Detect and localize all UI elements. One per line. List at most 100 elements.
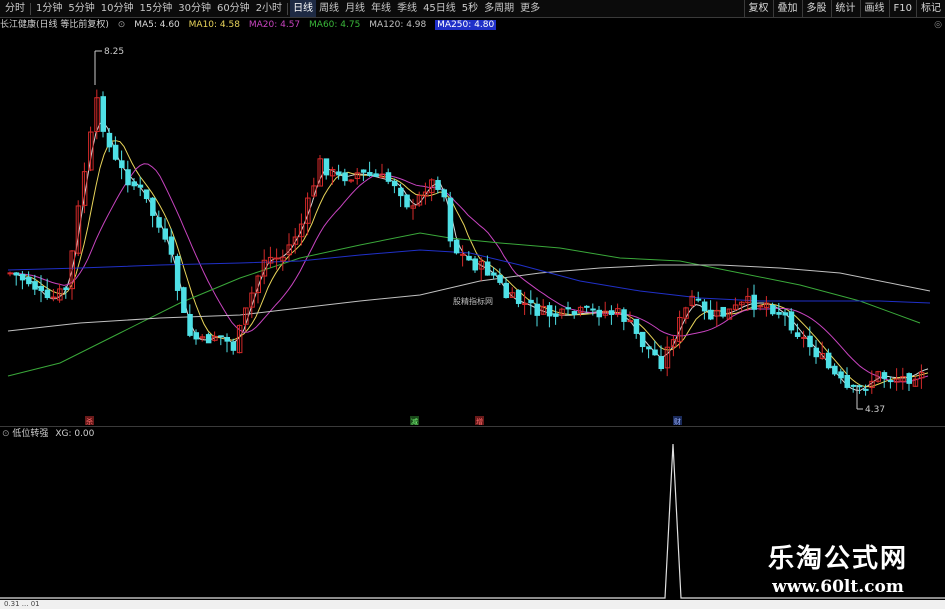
candle-body bbox=[162, 228, 168, 240]
timeframe-tab[interactable]: 分时 bbox=[2, 0, 28, 17]
timeframe-tab[interactable]: 45日线 bbox=[420, 0, 459, 17]
stock-title: 长江健康(日线 等比前复权) bbox=[0, 20, 109, 30]
candle-body bbox=[646, 346, 652, 350]
toolbar-tool-button[interactable]: 标记 bbox=[916, 0, 945, 17]
candle-body bbox=[187, 313, 193, 336]
settings-icon[interactable]: ⊙ bbox=[118, 20, 126, 30]
candle-body bbox=[658, 356, 664, 370]
timeframe-tabs: 分时 1分钟 5分钟 10分钟 15分钟 30分钟 60分钟 2小时 日线 周线 月线 年线 季线 45日… bbox=[2, 0, 543, 17]
candle-body bbox=[447, 197, 454, 242]
site-watermark: 乐淘公式网 www.60lt.com bbox=[748, 538, 928, 597]
candle-body bbox=[26, 276, 32, 285]
event-marker-label: 增 bbox=[476, 417, 483, 426]
candle-body bbox=[720, 306, 726, 317]
candle-body bbox=[515, 289, 522, 304]
tab-separator bbox=[287, 3, 289, 15]
toolbar-tool-button[interactable]: 画线 bbox=[859, 0, 889, 17]
timeframe-tab[interactable]: 多周期 bbox=[481, 0, 517, 17]
candle-body bbox=[801, 336, 807, 339]
candlestick-chart[interactable]: 8.25 4.37 股精指标网 杀 减 增 财 bbox=[0, 33, 945, 426]
expand-icon[interactable]: ◎ bbox=[933, 20, 943, 32]
timeframe-tab[interactable]: 5秒 bbox=[459, 0, 481, 17]
timeframe-tab[interactable]: 年线 bbox=[368, 0, 394, 17]
timeframe-tab[interactable]: 1分钟 bbox=[33, 0, 65, 17]
event-marker-label: 减 bbox=[411, 417, 418, 426]
candle-body bbox=[565, 307, 571, 310]
site-watermark-text: 股精指标网 bbox=[453, 296, 493, 306]
candle-body bbox=[230, 341, 237, 351]
candle-body bbox=[881, 372, 888, 379]
candle-body bbox=[168, 236, 175, 255]
candle-body bbox=[441, 189, 447, 198]
timeframe-tab[interactable]: 周线 bbox=[316, 0, 342, 17]
candle-body bbox=[143, 189, 150, 200]
indicator-legend: ⊙ 低位转强 XG: 0.00 bbox=[2, 428, 94, 440]
high-price-label: 8.25 bbox=[104, 47, 124, 57]
toolbar-tool-button[interactable]: 多股 bbox=[801, 0, 831, 17]
candle-body bbox=[546, 305, 553, 317]
candle-body bbox=[435, 180, 441, 190]
price-annotations: 8.25 4.37 股精指标网 bbox=[94, 47, 885, 415]
settings-icon[interactable]: ⊙ bbox=[2, 429, 10, 439]
indicator-value: XG: 0.00 bbox=[55, 429, 95, 439]
candle-body bbox=[708, 309, 714, 320]
candle-body bbox=[776, 312, 782, 315]
candle-body bbox=[863, 388, 869, 391]
timeframe-tab[interactable]: 15分钟 bbox=[136, 0, 175, 17]
ma-legend-bar: 长江健康(日线 等比前复权) ⊙ MA5: 4.60 MA10: 4.58 MA… bbox=[0, 19, 945, 33]
ma20-value: MA20: 4.57 bbox=[248, 20, 301, 30]
candle-body bbox=[621, 309, 627, 322]
candle-body bbox=[472, 258, 478, 271]
candle-body bbox=[100, 96, 106, 132]
timeframe-tab[interactable]: 月线 bbox=[342, 0, 368, 17]
candle-body bbox=[63, 287, 69, 291]
timeframe-tab[interactable]: 60分钟 bbox=[214, 0, 253, 17]
toolbar-tool-button[interactable]: 统计 bbox=[830, 0, 860, 17]
timeframe-tab[interactable]: 30分钟 bbox=[175, 0, 214, 17]
candle-body bbox=[856, 385, 863, 388]
candle-body bbox=[639, 331, 646, 348]
candle-body bbox=[887, 380, 894, 383]
candle-body bbox=[825, 352, 832, 369]
candle-body bbox=[794, 332, 801, 337]
candle-body bbox=[782, 312, 788, 316]
candle-body bbox=[125, 169, 131, 186]
event-marker-label: 财 bbox=[674, 417, 681, 426]
candle-body bbox=[571, 311, 578, 316]
candle-body bbox=[112, 144, 119, 160]
candle-body bbox=[838, 371, 844, 379]
candle-body bbox=[131, 181, 137, 187]
candle-body bbox=[695, 298, 702, 301]
candle-body bbox=[652, 349, 658, 356]
candle-body bbox=[367, 172, 373, 177]
candle-body bbox=[633, 318, 640, 334]
toolbar-tool-button[interactable]: 复权 bbox=[743, 0, 773, 17]
candle-body bbox=[404, 194, 410, 208]
event-markers: 杀 减 增 财 bbox=[85, 416, 682, 426]
candle-body bbox=[484, 261, 491, 276]
timeframe-tab[interactable]: 季线 bbox=[394, 0, 420, 17]
candle-body bbox=[807, 335, 813, 348]
bottom-status-strip: 0.31 ... 01 bbox=[0, 600, 945, 609]
timeframe-tab[interactable]: 5分钟 bbox=[65, 0, 97, 17]
watermark-title: 乐淘公式网 bbox=[767, 544, 908, 574]
candle-body bbox=[385, 172, 392, 182]
timeframe-tab[interactable]: 日线 bbox=[290, 0, 317, 17]
pane-divider[interactable] bbox=[0, 426, 945, 427]
toolbar-tool-button[interactable]: F10 bbox=[888, 0, 916, 17]
ma10-line bbox=[7, 140, 929, 388]
candle-body bbox=[608, 310, 615, 315]
candle-body bbox=[528, 299, 534, 304]
timeframe-tab[interactable]: 2小时 bbox=[253, 0, 285, 17]
low-price-label: 4.37 bbox=[865, 405, 885, 415]
candle-body bbox=[497, 274, 503, 283]
candle-body bbox=[13, 272, 20, 276]
candle-body bbox=[150, 197, 156, 216]
candle-body bbox=[193, 332, 199, 340]
candle-body bbox=[7, 272, 13, 275]
ma10-value: MA10: 4.58 bbox=[188, 20, 240, 30]
candle-body bbox=[274, 257, 280, 260]
toolbar-tool-button[interactable]: 叠加 bbox=[772, 0, 802, 17]
timeframe-tab[interactable]: 更多 bbox=[517, 0, 543, 17]
timeframe-tab[interactable]: 10分钟 bbox=[98, 0, 137, 17]
